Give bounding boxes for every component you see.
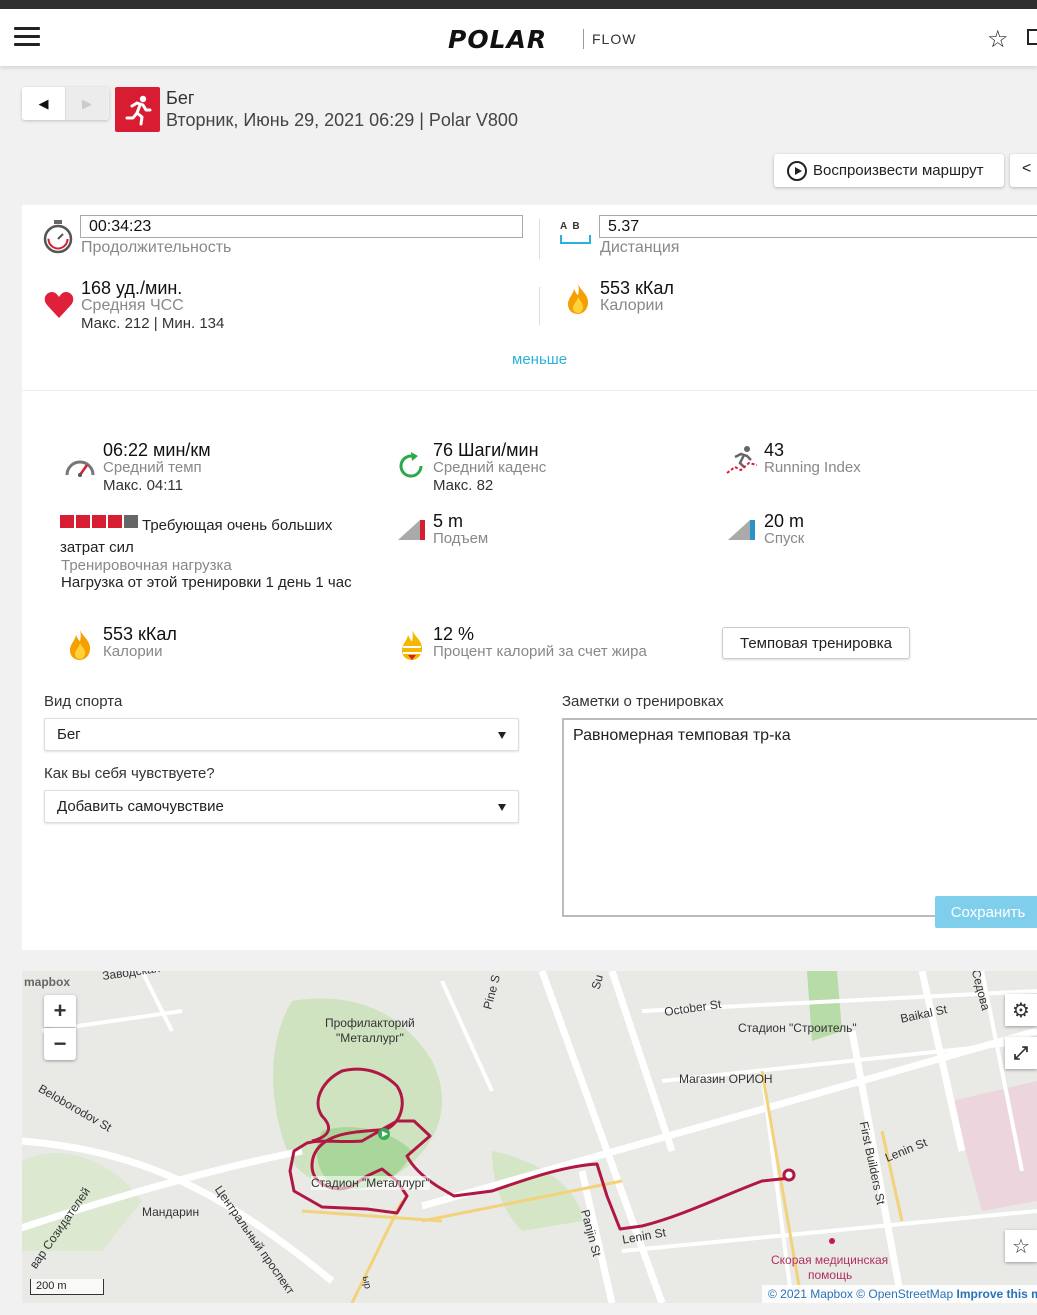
sport-select[interactable]: Бег bbox=[44, 718, 519, 751]
distance-icon: A B bbox=[560, 221, 594, 255]
feeling-select-value: Добавить самочувствие bbox=[57, 798, 224, 815]
pace-max: Макс. 04:11 bbox=[103, 477, 183, 494]
descent-label: Спуск bbox=[764, 530, 805, 547]
fat-percent-label: Процент калорий за счет жира bbox=[433, 643, 647, 660]
sport-title: Бег bbox=[166, 88, 195, 108]
save-button[interactable]: Сохранить bbox=[935, 896, 1037, 928]
cadence-value: 76 Шаги/мин bbox=[433, 440, 539, 460]
map-favorite-star-icon[interactable]: ☆ bbox=[1005, 1230, 1037, 1262]
pace-value: 06:22 мин/км bbox=[103, 440, 211, 460]
map-label: Стадион "Металлург" bbox=[311, 1176, 430, 1190]
previous-exercise-button[interactable]: ◀ bbox=[22, 87, 65, 120]
descent-icon bbox=[728, 520, 755, 540]
summary-divider bbox=[539, 219, 540, 259]
notes-label: Заметки о тренировках bbox=[562, 693, 724, 710]
share-icon[interactable]: < bbox=[1010, 154, 1037, 187]
osm-attribution-link[interactable]: © OpenStreetMap bbox=[856, 1287, 953, 1301]
map-label: Профилакторий bbox=[325, 1016, 415, 1030]
flow-label: FLOW bbox=[592, 31, 637, 47]
notes-textarea[interactable]: Равномерная темповая тр-ка bbox=[562, 718, 1037, 917]
ascent-icon bbox=[398, 520, 425, 540]
logo-divider bbox=[583, 29, 584, 49]
improve-map-link[interactable]: Improve this m bbox=[956, 1287, 1037, 1301]
mapbox-attribution-link[interactable]: © 2021 Mapbox bbox=[768, 1287, 853, 1301]
window-icon[interactable] bbox=[1027, 29, 1037, 45]
calories-label: Калории bbox=[600, 297, 664, 314]
duration-label: Продолжительность bbox=[81, 239, 232, 256]
feeling-select[interactable]: Добавить самочувствие bbox=[44, 790, 519, 823]
cadence-max: Макс. 82 bbox=[433, 477, 494, 494]
next-exercise-button[interactable]: ▶ bbox=[65, 87, 108, 120]
training-load-recovery: Нагрузка от этой тренировки 1 день 1 час bbox=[61, 574, 352, 591]
map-label: "Металлург" bbox=[336, 1031, 404, 1045]
map-label: Мандарин bbox=[142, 1205, 200, 1219]
details-calories-value: 553 кКал bbox=[103, 624, 177, 644]
training-load-label: Тренировочная нагрузка bbox=[61, 557, 232, 574]
exercise-date-device: Вторник, Июнь 29, 2021 06:29 | Polar V80… bbox=[166, 110, 518, 130]
hamburger-menu-icon[interactable] bbox=[14, 27, 40, 47]
fullscreen-icon[interactable]: ⤢ bbox=[1005, 1037, 1037, 1069]
summary-panel: 00:34:23 Продолжительность A B 5.37 Дист… bbox=[22, 205, 1037, 390]
details-calories-label: Калории bbox=[103, 643, 163, 660]
running-index-label: Running Index bbox=[764, 459, 861, 476]
exercise-navigation: ◀ ▶ bbox=[22, 87, 109, 120]
replay-route-button[interactable]: Воспроизвести маршрут bbox=[774, 154, 1004, 187]
ascent-label: Подъем bbox=[433, 530, 489, 547]
map-attribution: © 2021 Mapbox © OpenStreetMap Improve th… bbox=[762, 1285, 1037, 1303]
distance-icon-text: A B bbox=[560, 221, 580, 232]
map-scale: 200 m bbox=[30, 1279, 104, 1295]
top-strip bbox=[0, 0, 1037, 9]
calories-value: 553 кКал bbox=[600, 278, 674, 298]
chevron-down-icon bbox=[498, 804, 506, 811]
cadence-label: Средний каденс bbox=[433, 459, 547, 476]
training-load-title: Требующая очень больших затрат сил bbox=[60, 517, 333, 556]
pace-label: Средний темп bbox=[103, 459, 202, 476]
running-sport-icon bbox=[115, 87, 160, 132]
polar-logo[interactable]: POLAR bbox=[448, 25, 547, 54]
heart-rate-value: 168 уд./мин. bbox=[81, 278, 183, 298]
ascent-value: 5 m bbox=[433, 511, 464, 531]
feeling-select-label: Как вы себя чувствуете? bbox=[44, 765, 215, 782]
zoom-in-button[interactable]: + bbox=[44, 995, 76, 1027]
map-label: Магазин ОРИОН bbox=[679, 1072, 773, 1086]
sport-select-label: Вид спорта bbox=[44, 693, 123, 710]
show-less-link[interactable]: меньше bbox=[512, 351, 567, 368]
cadence-icon bbox=[399, 452, 423, 478]
stopwatch-icon bbox=[43, 220, 73, 254]
zoom-out-button[interactable]: − bbox=[44, 1028, 76, 1060]
running-index-icon bbox=[726, 446, 758, 474]
running-index-value: 43 bbox=[764, 440, 785, 460]
speedometer-icon bbox=[65, 460, 95, 477]
summary-divider bbox=[539, 287, 540, 325]
tempo-training-button[interactable]: Темповая тренировка bbox=[722, 627, 910, 659]
app-header: POLAR FLOW ☆ bbox=[0, 9, 1037, 66]
favorite-star-icon[interactable]: ☆ bbox=[987, 25, 1009, 54]
map-label: помощь bbox=[808, 1268, 853, 1282]
calories-flame-icon bbox=[70, 630, 91, 660]
sport-select-value: Бег bbox=[57, 726, 81, 743]
chevron-down-icon bbox=[498, 732, 506, 739]
details-panel: 06:22 мин/км Средний темп Макс. 04:11 76… bbox=[22, 390, 1037, 950]
duration-value[interactable]: 00:34:23 bbox=[80, 215, 523, 238]
route-map[interactable]: mapbox + − ⚙ ⤢ ☆ Заводская Pine S Su Oct… bbox=[22, 971, 1037, 1303]
distance-label: Дистанция bbox=[600, 239, 680, 256]
play-icon bbox=[787, 160, 807, 181]
descent-value: 20 m bbox=[764, 511, 805, 531]
distance-value[interactable]: 5.37 bbox=[599, 215, 1037, 238]
replay-route-label: Воспроизвести маршрут bbox=[813, 162, 984, 179]
heart-rate-label: Средняя ЧСС bbox=[81, 297, 184, 314]
fat-burn-icon bbox=[402, 630, 423, 660]
fat-percent-value: 12 % bbox=[433, 624, 475, 644]
mapbox-logo[interactable]: mapbox bbox=[24, 975, 70, 989]
map-label: Стадион "Строитель" bbox=[738, 1021, 857, 1035]
locate-gear-icon[interactable]: ⚙ bbox=[1005, 994, 1037, 1026]
map-label: ыр bbox=[359, 1275, 373, 1290]
map-label: Скорая медицинская bbox=[771, 1253, 889, 1267]
calories-flame-icon bbox=[568, 284, 589, 314]
heart-rate-icon bbox=[44, 292, 74, 318]
heart-rate-minmax: Макс. 212 | Мин. 134 bbox=[81, 315, 225, 332]
